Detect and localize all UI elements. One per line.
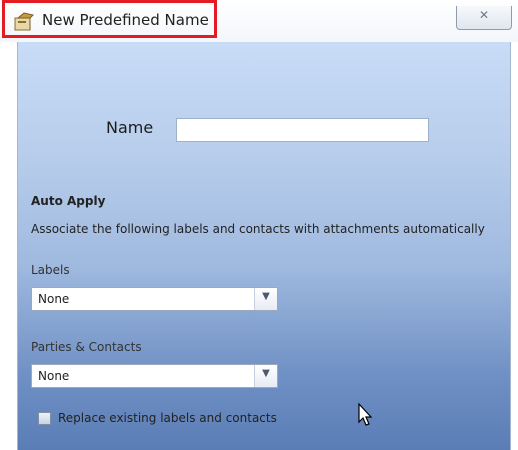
auto-apply-heading: Auto Apply xyxy=(31,194,106,208)
labels-selected-value: None xyxy=(38,292,70,306)
labels-dropdown[interactable]: None ▼ xyxy=(31,287,278,311)
replace-existing-checkbox[interactable] xyxy=(38,412,51,425)
replace-existing-label[interactable]: Replace existing labels and contacts xyxy=(58,411,277,425)
auto-apply-description: Associate the following labels and conta… xyxy=(31,222,485,236)
parties-contacts-caption: Parties & Contacts xyxy=(31,340,142,354)
dialog-body: Name Auto Apply Associate the following … xyxy=(17,42,511,450)
chevron-down-icon: ▼ xyxy=(262,368,270,379)
name-label: Name xyxy=(106,118,154,137)
labels-caption: Labels xyxy=(31,263,70,277)
parties-selected-value: None xyxy=(38,369,70,383)
parties-contacts-dropdown[interactable]: None ▼ xyxy=(31,364,278,388)
chevron-down-icon: ▼ xyxy=(262,291,270,302)
new-predefined-name-dialog: New Predefined Name ✕ Name Auto Apply As… xyxy=(0,0,518,450)
mouse-pointer-icon xyxy=(358,403,373,426)
parties-dropdown-button[interactable]: ▼ xyxy=(254,365,277,387)
close-icon: ✕ xyxy=(478,8,490,22)
title-highlight-box xyxy=(2,0,217,38)
name-input[interactable] xyxy=(176,118,429,142)
labels-dropdown-button[interactable]: ▼ xyxy=(254,288,277,310)
close-button[interactable]: ✕ xyxy=(456,6,512,30)
